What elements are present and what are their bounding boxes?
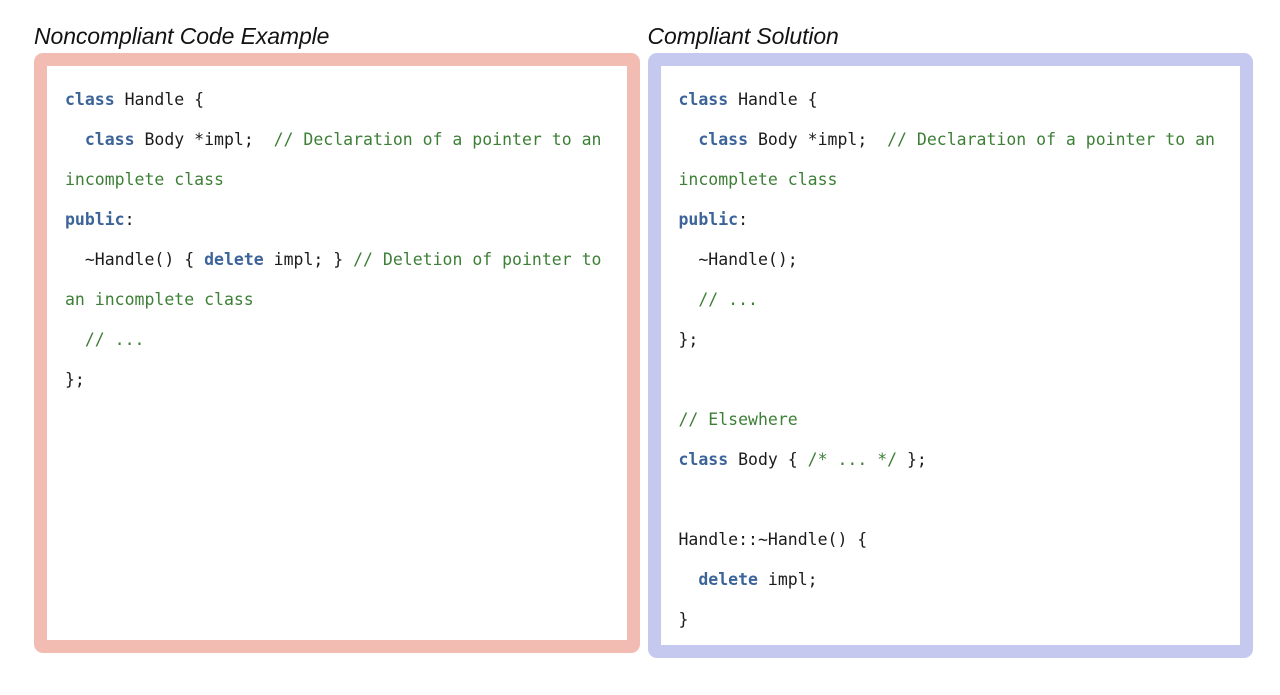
columns-container: Noncompliant Code Example class Handle {… (0, 0, 1280, 658)
code-token-plain: Handle::~Handle() { (678, 530, 868, 549)
code-token-cmt: /* ... */ (807, 450, 898, 469)
code-token-kw: class (84, 130, 135, 149)
code-token-kw: public (678, 210, 739, 229)
code-token-kw: public (65, 210, 125, 229)
code-token-plain: } (678, 610, 689, 629)
code-token-kw: class (65, 90, 115, 109)
code-token-kw: delete (698, 570, 758, 589)
code-token-cmt: // ... (698, 290, 758, 309)
code-token-plain: Body { (728, 450, 808, 469)
code-token-kw: class (698, 130, 749, 149)
code-token-plain: }; (897, 450, 927, 469)
code-token-plain: : (124, 210, 135, 229)
noncompliant-column: Noncompliant Code Example class Handle {… (34, 0, 640, 658)
noncompliant-heading: Noncompliant Code Example (34, 23, 330, 49)
code-token-plain: impl; (757, 570, 818, 589)
code-token-kw: class (678, 450, 729, 469)
compliant-code-card: class Handle { class Body *impl; // Decl… (647, 53, 1253, 658)
code-comparison-page: Noncompliant Code Example class Handle {… (0, 0, 1280, 695)
noncompliant-code-card: class Handle { class Body *impl; // Decl… (34, 53, 640, 653)
code-token-plain: impl; } (263, 250, 354, 269)
compliant-column: Compliant Solution class Handle { class … (647, 0, 1253, 658)
code-token-cmt: // ... (84, 330, 145, 349)
code-token-plain: Body *impl; (748, 130, 888, 149)
noncompliant-code-block: class Handle { class Body *impl; // Decl… (65, 80, 609, 400)
code-token-kw: class (678, 90, 729, 109)
code-token-kw: delete (204, 250, 264, 269)
compliant-heading: Compliant Solution (647, 23, 839, 49)
code-token-plain: ~Handle() { (65, 250, 205, 269)
code-token-plain: }; (65, 370, 85, 389)
code-token-cmt: // Elsewhere (678, 410, 798, 429)
code-token-plain: Handle { (728, 90, 818, 109)
code-token-plain: Body *impl; (134, 130, 274, 149)
code-token-plain: ~Handle(); (678, 250, 798, 269)
code-token-plain: }; (678, 330, 699, 349)
code-token-plain: : (738, 210, 749, 229)
compliant-code-block: class Handle { class Body *impl; // Decl… (679, 80, 1223, 640)
code-token-plain: Handle { (114, 90, 205, 109)
